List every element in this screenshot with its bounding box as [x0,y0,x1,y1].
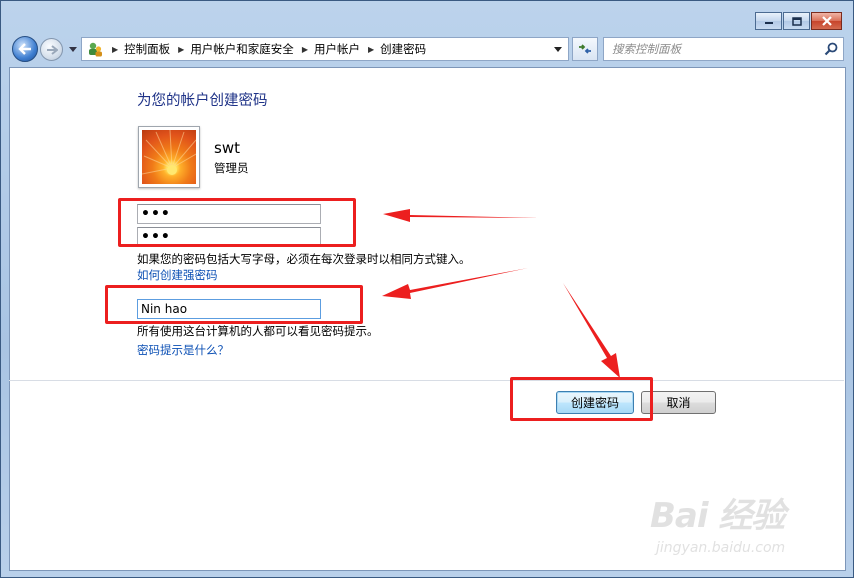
navigation-bar: ▶ 控制面板 ▶ 用户帐户和家庭安全 ▶ 用户帐户 ▶ 创建密码 [11,35,845,63]
back-button[interactable] [12,36,38,62]
address-bar[interactable]: ▶ 控制面板 ▶ 用户帐户和家庭安全 ▶ 用户帐户 ▶ 创建密码 [81,37,569,61]
chevron-down-icon [69,46,77,52]
minimize-button[interactable] [755,12,782,30]
breadcrumb-create-password[interactable]: 创建密码 [380,41,426,57]
baidu-watermark: Bai 经验 jingyan.baidu.com [650,488,840,570]
close-button[interactable] [811,12,842,30]
search-icon[interactable] [824,42,838,56]
address-dropdown[interactable] [548,38,568,60]
annotation-box-passwords [118,198,356,247]
breadcrumb-control-panel[interactable]: 控制面板 [124,41,170,57]
arrow-left-icon [18,43,31,55]
breadcrumb-user-accounts[interactable]: 用户帐户 [314,41,360,57]
annotation-box-create-button [510,377,653,421]
user-role: 管理员 [214,161,249,175]
breadcrumb-separator-icon[interactable]: ▶ [112,45,118,54]
search-input[interactable] [612,42,817,56]
caption-buttons [754,12,842,30]
avatar [138,126,200,188]
forward-button[interactable] [40,38,63,61]
watermark-logo: Bai 经验 [650,496,785,536]
maximize-icon [791,16,802,26]
breadcrumb-user-accounts-family[interactable]: 用户帐户和家庭安全 [190,41,294,57]
control-panel-icon [89,42,102,57]
refresh-button[interactable] [572,37,598,61]
minimize-icon [764,22,773,24]
page-title: 为您的帐户创建密码 [137,93,268,109]
maximize-button[interactable] [783,12,810,30]
recent-pages-dropdown[interactable] [67,44,79,54]
search-box[interactable] [603,37,844,61]
chevron-down-icon [554,46,562,52]
refresh-icon [579,44,591,54]
user-name: swt [214,139,240,157]
breadcrumb-separator-icon[interactable]: ▶ [368,45,374,54]
hint-visibility-note: 所有使用这台计算机的人都可以看见密码提示。 [137,324,379,338]
breadcrumb-separator-icon[interactable]: ▶ [302,45,308,54]
close-icon [821,16,832,26]
divider [9,380,844,381]
watermark-site: jingyan.baidu.com [656,540,786,556]
arrow-right-icon [46,44,58,55]
flower-picture-icon [142,130,196,184]
hint-help-link[interactable]: 密码提示是什么？ [137,342,229,358]
breadcrumb-separator-icon[interactable]: ▶ [178,45,184,54]
annotation-box-hint [105,285,363,324]
case-sensitivity-note: 如果您的密码包括大写字母，必须在每次登录时以相同方式键入。 [137,252,471,266]
strong-password-link[interactable]: 如何创建强密码 [137,267,218,283]
